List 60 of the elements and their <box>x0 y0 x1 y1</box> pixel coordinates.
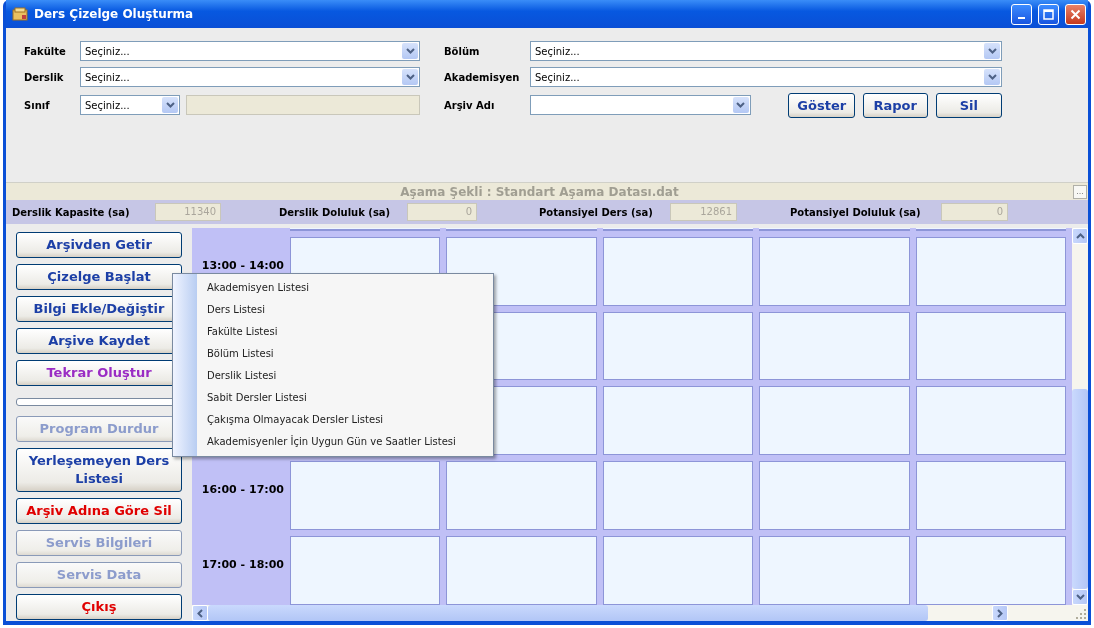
dropdown-field[interactable]: Seçiniz... <box>80 95 180 115</box>
dropdown-button[interactable] <box>984 69 1000 85</box>
dropdown-button[interactable] <box>162 97 178 113</box>
field-label: Arşiv Adı <box>444 99 496 111</box>
browse-button[interactable]: ... <box>1073 184 1087 199</box>
stat-field: 12861 <box>670 203 737 221</box>
status-text: Aşama Şekli : Standart Aşama Datası.dat <box>399 184 680 199</box>
maximize-icon <box>1043 8 1054 20</box>
app-icon <box>12 7 28 21</box>
field-label: Akademisyen <box>444 71 521 83</box>
chevron-down-icon <box>1075 594 1085 600</box>
dropdown-button[interactable] <box>402 43 418 59</box>
chevron-left-icon <box>197 608 203 618</box>
stat-field: 0 <box>407 203 477 221</box>
side-button[interactable]: Çizelge Başlat <box>16 264 182 290</box>
action-button[interactable]: Göster <box>788 92 855 118</box>
stat-label: Derslik Doluluk (sa) <box>279 206 392 218</box>
chevron-down-icon <box>405 74 415 80</box>
stat-field: 0 <box>941 203 1008 221</box>
action-button[interactable]: Sil <box>935 92 1002 118</box>
chevron-up-icon <box>1075 233 1085 239</box>
menu-item[interactable]: Sabit Dersler Listesi <box>173 387 493 409</box>
field-label: Sınıf <box>24 99 51 111</box>
chevron-down-icon <box>405 48 415 54</box>
field-label: Derslik <box>24 71 65 83</box>
vertical-scrollbar[interactable] <box>1072 228 1088 605</box>
chevron-down-icon <box>987 48 997 54</box>
field-label: Fakülte <box>24 45 67 57</box>
stat-label: Potansiyel Doluluk (sa) <box>790 206 922 218</box>
dropdown-button[interactable] <box>984 43 1000 59</box>
time-label: 16:00 - 17:00 <box>201 483 284 497</box>
field-label: Bölüm <box>444 45 481 57</box>
side-button[interactable]: Arşiv Adına Göre Sil <box>16 498 182 524</box>
minimize-button[interactable] <box>1011 3 1032 25</box>
chevron-right-icon <box>997 608 1003 618</box>
minimize-icon <box>1018 17 1025 19</box>
time-label: 13:00 - 14:00 <box>201 258 284 272</box>
stat-label: Potansiyel Ders (sa) <box>539 206 654 218</box>
dropdown-button[interactable] <box>402 69 418 85</box>
chevron-down-icon <box>987 74 997 80</box>
time-label: 17:00 - 18:00 <box>201 558 284 572</box>
combo-box[interactable] <box>530 95 751 115</box>
horizontal-scrollbar[interactable] <box>192 605 1088 621</box>
side-button[interactable]: Çıkış <box>16 594 182 620</box>
window-title: Ders Çizelge Oluşturma <box>34 7 195 21</box>
chevron-down-icon <box>165 102 175 108</box>
dropdown-button[interactable] <box>733 97 749 113</box>
close-button[interactable] <box>1065 3 1086 25</box>
action-button[interactable]: Rapor <box>863 92 928 118</box>
chevron-down-icon <box>736 102 746 108</box>
stat-label: Derslik Kapasite (sa) <box>12 206 131 218</box>
close-icon <box>1070 8 1081 20</box>
side-button[interactable]: Yerleşemeyen Ders Listesi <box>16 448 182 492</box>
maximize-button[interactable] <box>1038 3 1059 25</box>
stat-field: 11340 <box>155 203 221 221</box>
dropdown-field[interactable]: Seçiniz... <box>80 41 420 61</box>
dropdown-field[interactable]: Seçiniz... <box>530 67 1002 87</box>
dropdown-field[interactable]: Seçiniz... <box>80 67 420 87</box>
dropdown-field[interactable]: Seçiniz... <box>530 41 1002 61</box>
side-button[interactable]: Arşivden Getir <box>16 232 182 258</box>
